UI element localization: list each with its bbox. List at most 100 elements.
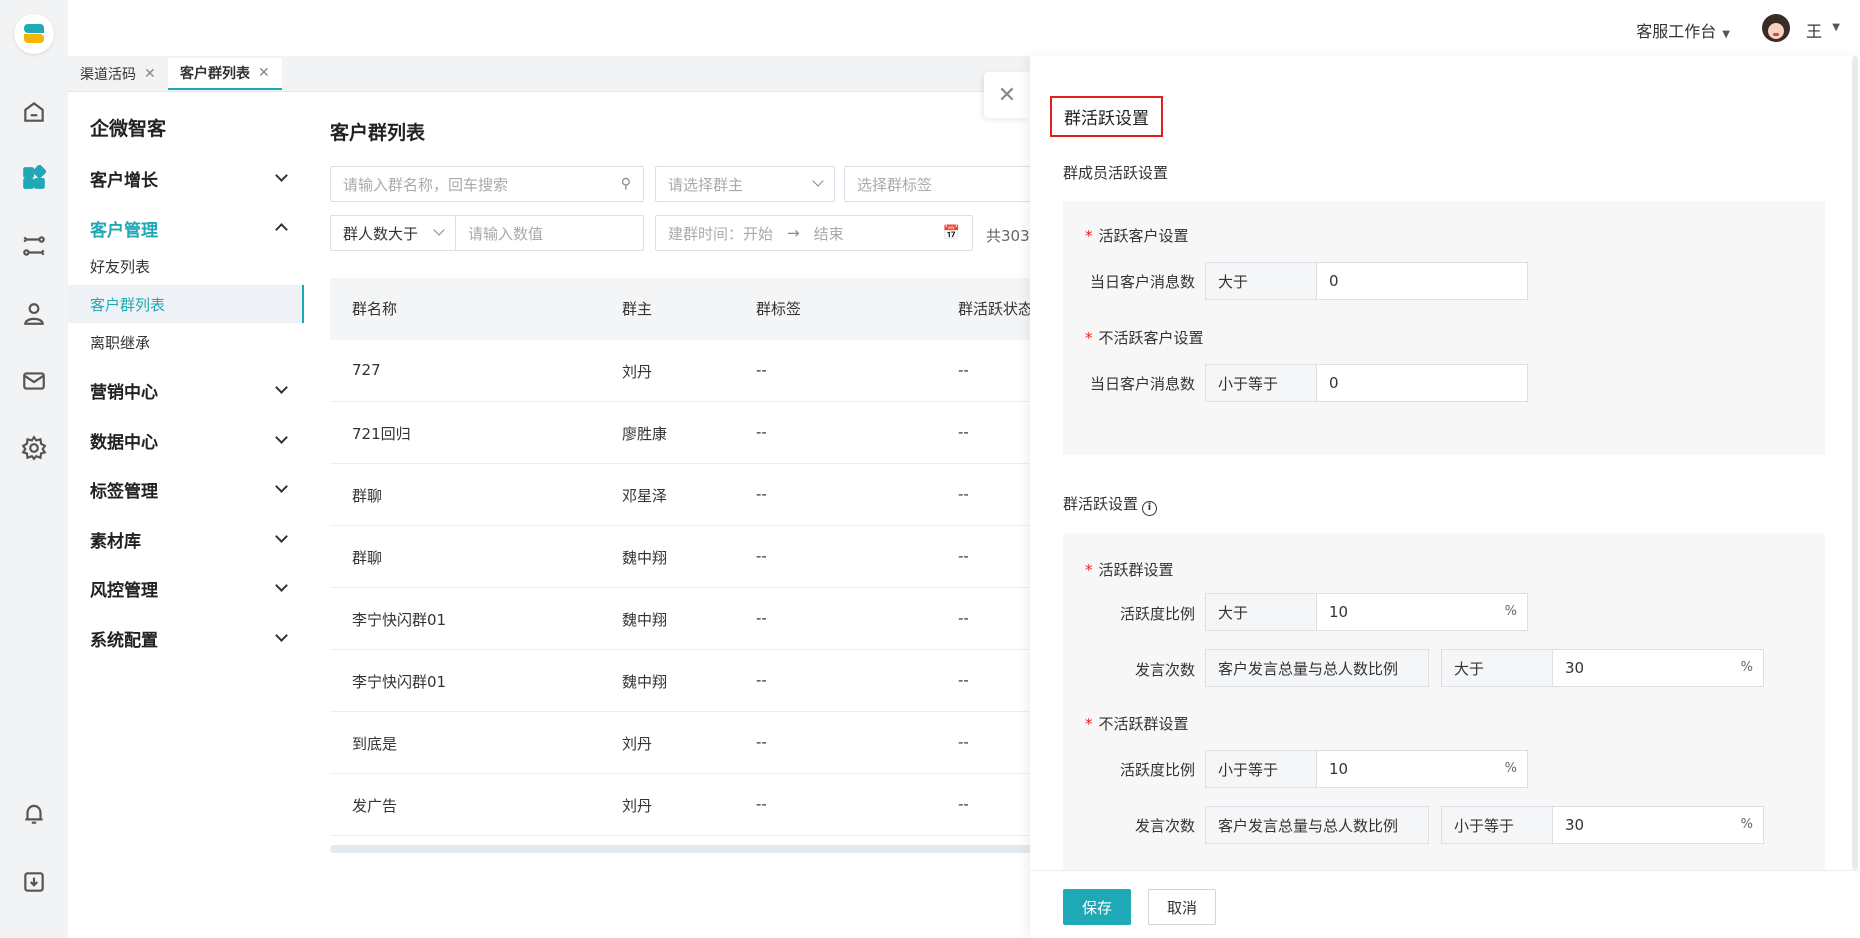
user-caret-down-icon[interactable]: ▼ [1832,22,1840,33]
active-speak-metric[interactable]: 客户发言总量与总人数比例 [1205,649,1429,687]
daily-msg-label: 当日客户消息数 [1089,375,1195,393]
member-count-placeholder: 请输入数值 [468,224,544,243]
col-active-status: 群活跃状态 [958,300,1034,318]
user-avatar[interactable] [1762,14,1790,42]
inactive-ratio-input[interactable]: 10% [1316,750,1528,788]
drawer-close-button[interactable]: ✕ [984,72,1030,118]
active-ratio-operator[interactable]: 大于 [1205,593,1317,631]
inactive-speak-operator[interactable]: 小于等于 [1441,806,1553,844]
cell-tags: -- [756,671,767,689]
cell-tags: -- [756,733,767,751]
menu-item-group-list[interactable]: 客户群列表 [68,285,304,323]
cell-owner: 刘丹 [622,363,653,381]
menu-marketing[interactable]: 营销中心 [68,373,304,407]
cell-owner: 廖胜康 [622,425,668,443]
download-icon[interactable] [20,868,48,896]
tag-select[interactable]: 选择群标签 [844,166,1044,202]
group-section-title: 群活跃设置 i [1063,493,1158,516]
chevron-down-icon [275,629,288,642]
cell-owner: 邓星泽 [622,487,668,505]
menu-item-friend-list[interactable]: 好友列表 [68,247,304,285]
inactive-ratio-operator[interactable]: 小于等于 [1205,750,1317,788]
menu-item-label: 客户群列表 [90,295,166,314]
daily-msg-label: 当日客户消息数 [1089,273,1195,291]
menu-customer-management[interactable]: 客户管理 [68,211,304,245]
menu-customer-growth[interactable]: 客户增长 [68,161,304,195]
username[interactable]: 王 [1806,18,1822,42]
menu-label: 风控管理 [90,580,158,601]
active-speak-operator[interactable]: 大于 [1441,649,1553,687]
active-operator-select[interactable]: 大于 [1205,262,1317,300]
percent-unit: % [1504,761,1517,776]
apps-icon[interactable] [20,164,48,192]
tag-placeholder: 选择群标签 [857,175,933,194]
member-count-select[interactable]: 群人数大于 [330,215,456,251]
menu-tag-management[interactable]: 标签管理 [68,472,304,506]
cell-group-name: 李宁快闪群01 [352,673,447,691]
tab-channel-code[interactable]: 渠道活码 ✕ [68,58,168,90]
menu-item-resignation[interactable]: 离职继承 [68,323,304,361]
menu-material-library[interactable]: 素材库 [68,522,304,556]
tab-label: 渠道活码 [80,67,136,83]
settings-gear-icon[interactable] [20,434,48,462]
mail-icon[interactable] [20,367,48,395]
route-icon[interactable] [20,232,48,260]
drawer-footer: 保存 取消 [1030,870,1860,938]
active-ratio-input[interactable]: 10% [1316,593,1528,631]
save-button[interactable]: 保存 [1063,889,1131,925]
close-icon[interactable]: ✕ [144,66,156,82]
col-owner: 群主 [622,300,653,318]
menu-system-config[interactable]: 系统配置 [68,621,304,655]
activity-ratio-label: 活跃度比例 [1119,605,1195,623]
cell-tags: -- [756,609,767,627]
date-range-picker[interactable]: 建群时间：开始 → 结束 📅 [655,215,973,251]
cell-owner: 魏中翔 [622,611,668,629]
menu-data-center[interactable]: 数据中心 [68,423,304,457]
owner-select[interactable]: 请选择群主 [655,166,835,202]
close-icon[interactable]: ✕ [258,65,270,81]
member-count-input[interactable]: 请输入数值 [455,215,644,251]
search-input[interactable]: 请输入群名称，回车搜索 ⚲ [330,166,644,202]
activity-settings-drawer: 群活跃设置 群成员活跃设置 * 活跃客户设置 当日客户消息数 大于 0 * 不活跃客… [1030,56,1860,938]
cancel-button[interactable]: 取消 [1148,889,1216,925]
inactive-group-label: * 不活跃群设置 [1085,715,1189,733]
active-speak-input[interactable]: 30% [1552,649,1764,687]
menu-label: 客户管理 [90,220,158,241]
menu-label: 客户增长 [90,170,158,191]
percent-unit: % [1504,604,1517,619]
app-logo[interactable] [14,14,54,54]
menu-label: 营销中心 [90,382,158,403]
chevron-down-icon [275,169,288,182]
home-icon[interactable] [20,98,48,126]
member-section-title: 群成员活跃设置 [1063,164,1169,182]
arrow-right-icon: → [787,224,800,242]
col-tags: 群标签 [756,300,802,318]
active-msg-input[interactable]: 0 [1316,262,1528,300]
bell-icon[interactable] [20,800,48,828]
cell-tags: -- [756,423,767,441]
active-customer-label: * 活跃客户设置 [1085,227,1189,245]
tab-group-list[interactable]: 客户群列表 ✕ [168,58,282,90]
col-group-name: 群名称 [352,300,398,318]
inactive-msg-input[interactable]: 0 [1316,364,1528,402]
inactive-operator-select[interactable]: 小于等于 [1205,364,1317,402]
menu-label: 系统配置 [90,630,158,651]
cell-active-status: -- [958,671,969,689]
icon-rail [0,0,68,938]
cell-group-name: 发广告 [352,797,398,815]
percent-unit: % [1740,660,1753,675]
menu-item-label: 好友列表 [90,257,151,276]
secondary-sidebar: 企微智客 客户增长 客户管理 好友列表 客户群列表 离职继承 营销中心 数据中心… [68,92,304,938]
chevron-down-icon [275,530,288,543]
info-icon[interactable]: i [1142,501,1158,516]
inactive-speak-metric[interactable]: 客户发言总量与总人数比例 [1205,806,1429,844]
drawer-scrollbar[interactable] [1852,56,1858,870]
cell-group-name: 721回归 [352,425,411,443]
inactive-speak-input[interactable]: 30% [1552,806,1764,844]
menu-risk-control[interactable]: 风控管理 [68,571,304,605]
cell-owner: 刘丹 [622,797,653,815]
workbench-dropdown[interactable]: 客服工作台 ▼ [1636,18,1730,42]
customer-icon[interactable] [20,300,48,328]
menu-label: 标签管理 [90,481,158,502]
member-count-label: 群人数大于 [343,224,419,243]
